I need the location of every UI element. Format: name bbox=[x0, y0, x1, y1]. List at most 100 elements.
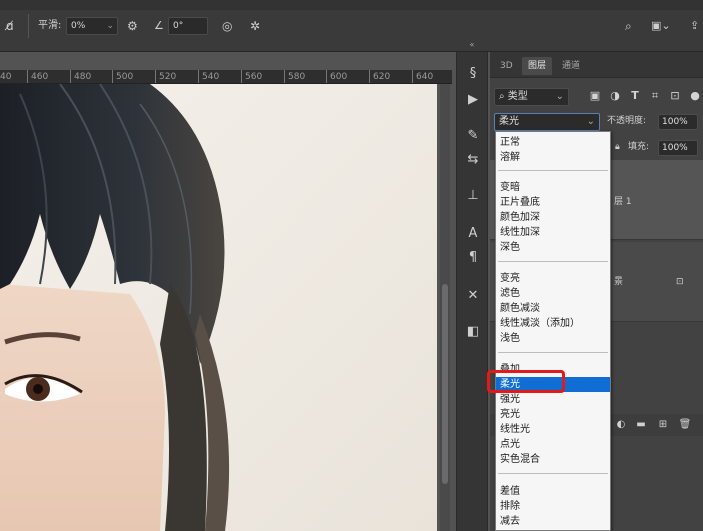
tab-channels[interactable]: 通道 bbox=[556, 57, 586, 75]
properties-icon[interactable]: ◧ bbox=[465, 324, 481, 340]
lock-icon[interactable]: 🔒︎ bbox=[615, 139, 620, 155]
ruler-line bbox=[70, 70, 71, 83]
toggle-filter-icon[interactable]: ● bbox=[688, 89, 702, 103]
chevron-down-icon: ⌄ bbox=[586, 116, 595, 127]
chevron-down-icon: ⌄ bbox=[555, 91, 564, 102]
tools-icon[interactable]: ✕ bbox=[465, 288, 481, 304]
smoothing-field[interactable]: 0% ⌄ bbox=[66, 17, 118, 35]
blend-option[interactable]: 线性光 bbox=[496, 422, 610, 437]
panel-icon-strip: § ▶ ✎ ⇆ ⊥ A ¶ ✕ ◧ bbox=[456, 52, 488, 531]
document-canvas[interactable] bbox=[0, 84, 452, 531]
play-icon[interactable]: ▶ bbox=[465, 92, 481, 108]
opacity-label: 不透明度: bbox=[607, 116, 647, 126]
shape-filter-icon[interactable]: ⌗ bbox=[648, 89, 662, 103]
adjust-icon[interactable]: ⇆ bbox=[465, 152, 481, 168]
smoothing-label: 平滑: bbox=[38, 20, 62, 31]
ruler-line bbox=[27, 70, 28, 83]
blend-option[interactable]: 点光 bbox=[496, 437, 610, 452]
fill-field[interactable]: 100% bbox=[658, 140, 698, 156]
character-icon[interactable]: A bbox=[465, 226, 481, 242]
blend-option[interactable]: 亮光 bbox=[496, 407, 610, 422]
brush-settings-icon[interactable]: ✎ bbox=[465, 128, 481, 144]
menu-divider bbox=[498, 170, 608, 171]
paragraph-icon[interactable]: ¶ bbox=[465, 250, 481, 266]
ruler-line bbox=[284, 70, 285, 83]
adjustment-layer-icon[interactable]: ◐ bbox=[614, 418, 628, 432]
blend-option[interactable]: 滤色 bbox=[496, 286, 610, 301]
filter-type-select[interactable]: ⌕ 类型 ⌄ bbox=[494, 88, 569, 106]
ruler-line bbox=[369, 70, 370, 83]
smoothing-value: 0% bbox=[71, 21, 86, 31]
blend-option[interactable]: 变暗 bbox=[496, 180, 610, 195]
ruler-line bbox=[155, 70, 156, 83]
blend-mode-select[interactable]: 柔光 ⌄ bbox=[494, 113, 600, 131]
brush-stroke-icon[interactable]: ɑ̸ bbox=[6, 17, 14, 35]
title-strip bbox=[0, 0, 703, 10]
opacity-field[interactable]: 100% bbox=[658, 114, 698, 130]
trash-icon[interactable]: 🗑︎ bbox=[678, 418, 692, 432]
ruler-line bbox=[412, 70, 413, 83]
blend-option[interactable]: 正片叠底 bbox=[496, 195, 610, 210]
blend-option[interactable]: 线性加深 bbox=[496, 225, 610, 240]
ruler-tick: 620 bbox=[373, 72, 391, 82]
blend-option[interactable]: 线性减淡（添加） bbox=[496, 316, 610, 331]
blend-option[interactable]: 浅色 bbox=[496, 331, 610, 346]
angle-icon: ∠ bbox=[154, 19, 164, 32]
blend-option[interactable]: 实色混合 bbox=[496, 452, 610, 467]
blend-option[interactable]: 排除 bbox=[496, 499, 610, 514]
share-icon[interactable]: ⇪ bbox=[690, 17, 699, 35]
blend-mode-dropdown: 正常 溶解 变暗 正片叠底 颜色加深 线性加深 深色 变亮 滤色 颜色减淡 线性… bbox=[495, 131, 611, 531]
blend-option[interactable]: 强光 bbox=[496, 392, 610, 407]
clone-source-icon[interactable]: ⊥ bbox=[465, 188, 481, 204]
blend-option[interactable]: 差值 bbox=[496, 484, 610, 499]
ruler-line bbox=[198, 70, 199, 83]
blend-mode-value: 柔光 bbox=[499, 116, 519, 127]
search-icon: ⌕ bbox=[499, 91, 505, 102]
filter-type-label: 类型 bbox=[507, 91, 528, 102]
new-layer-icon[interactable]: ⊞ bbox=[656, 418, 670, 432]
layer-name: 景 bbox=[614, 277, 624, 287]
folder-icon[interactable]: ▬ bbox=[634, 418, 648, 432]
blend-option[interactable]: 颜色减淡 bbox=[496, 301, 610, 316]
ruler-tick: 540 bbox=[202, 72, 220, 82]
search-icon[interactable]: ⌕ bbox=[625, 17, 632, 35]
blend-option[interactable]: 颜色加深 bbox=[496, 210, 610, 225]
adjust-filter-icon[interactable]: ◑ bbox=[608, 89, 622, 103]
blend-option[interactable]: 变亮 bbox=[496, 271, 610, 286]
ruler-tick: 40 bbox=[0, 72, 12, 82]
chevron-down-icon: ⌄ bbox=[106, 21, 114, 31]
pixel-filter-icon[interactable]: ▣ bbox=[588, 89, 602, 103]
ruler-tick: 460 bbox=[31, 72, 49, 82]
ruler-tick: 520 bbox=[159, 72, 177, 82]
ruler-line bbox=[112, 70, 113, 83]
collapse-handle-icon[interactable]: « bbox=[456, 40, 488, 52]
options-bar: ɑ̸ 平滑: 0% ⌄ ⚙ ∠ 0° ◎ ✲ ⌕ ▣⌄ ⇪ bbox=[0, 0, 703, 52]
scrollbar-thumb[interactable] bbox=[442, 284, 448, 484]
ruler-tick: 560 bbox=[245, 72, 263, 82]
menu-divider bbox=[498, 352, 608, 353]
blend-opacity-row: 柔光 ⌄ 不透明度: 100% bbox=[494, 113, 703, 131]
photo-image bbox=[0, 84, 437, 531]
lock-icon: ⊡ bbox=[676, 277, 684, 287]
tab-layers[interactable]: 图层 bbox=[522, 57, 553, 75]
divider bbox=[28, 14, 29, 38]
history-icon[interactable]: § bbox=[465, 66, 481, 82]
blend-option[interactable]: 减去 bbox=[496, 514, 610, 529]
panel-tabs: 3D 图层 通道 bbox=[490, 52, 703, 78]
blend-option[interactable]: 正常 bbox=[496, 135, 610, 150]
gear-icon[interactable]: ⚙ bbox=[127, 17, 138, 35]
vertical-scrollbar[interactable] bbox=[440, 84, 450, 531]
menu-divider bbox=[498, 261, 608, 262]
workspace-icon[interactable]: ▣⌄ bbox=[651, 17, 671, 35]
ruler-tick: 500 bbox=[116, 72, 134, 82]
blend-option[interactable]: 深色 bbox=[496, 240, 610, 255]
tab-3d[interactable]: 3D bbox=[494, 57, 519, 75]
angle-field[interactable]: 0° bbox=[168, 17, 208, 35]
pressure-icon[interactable]: ◎ bbox=[222, 17, 232, 35]
blend-option[interactable]: 溶解 bbox=[496, 150, 610, 165]
ruler-line bbox=[241, 70, 242, 83]
smart-object-filter-icon[interactable]: ⊡ bbox=[668, 89, 682, 103]
layer-filter-row: ⌕ 类型 ⌄ ▣ ◑ T ⌗ ⊡ ● bbox=[494, 86, 703, 106]
type-filter-icon[interactable]: T bbox=[628, 89, 642, 103]
symmetry-icon[interactable]: ✲ bbox=[250, 17, 260, 35]
